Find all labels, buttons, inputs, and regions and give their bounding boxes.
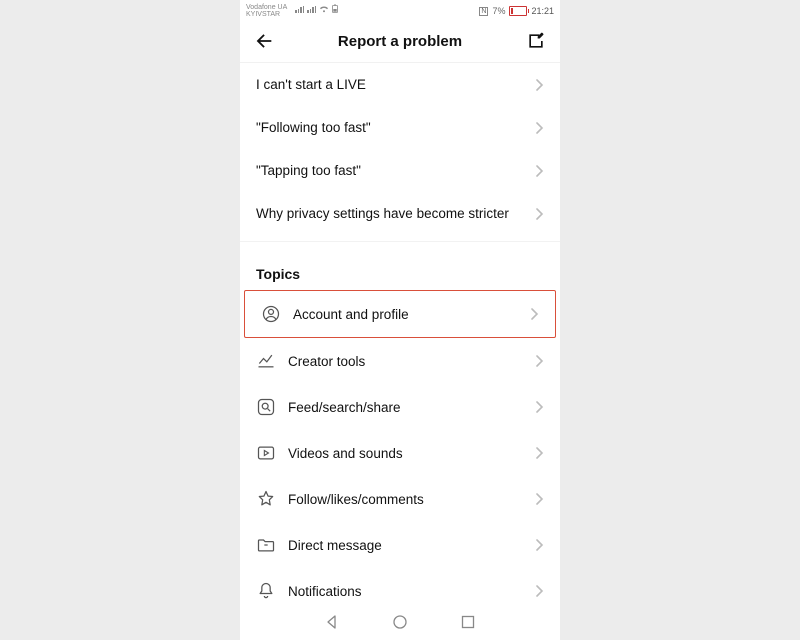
wifi-icon [319,5,329,13]
battery-pct: 7% [492,6,505,16]
search-icon [256,397,276,417]
chevron-right-icon [536,539,544,551]
signal-1-icon [295,6,304,14]
nfc-icon: N [479,7,488,16]
chevron-right-icon [536,122,544,134]
content-list: I can't start a LIVE "Following too fast… [240,63,560,604]
battery-icon [509,6,527,16]
topic-follow-likes-comments[interactable]: Follow/likes/comments [240,476,560,522]
carrier-labels: Vodafone UA KYIVSTAR [246,4,287,18]
topic-direct-message[interactable]: Direct message [240,522,560,568]
topics-header: Topics [240,248,560,290]
topic-videos-sounds[interactable]: Videos and sounds [240,430,560,476]
square-recents-icon [460,614,476,630]
status-left: Vodafone UA KYIVSTAR [246,4,338,18]
signal-cluster [295,4,338,13]
topic-label: Creator tools [288,354,524,369]
play-icon [256,443,276,463]
analytics-icon [256,351,276,371]
battery-small-icon [332,4,338,13]
android-nav-bar [240,604,560,640]
topic-label: Videos and sounds [288,446,524,461]
compose-icon [526,31,546,51]
clock: 21:21 [531,6,554,16]
carrier-2: KYIVSTAR [246,11,287,18]
chevron-right-icon [536,208,544,220]
section-divider [240,241,560,248]
chevron-right-icon [536,355,544,367]
triangle-back-icon [324,614,340,630]
chevron-right-icon [531,308,539,320]
person-icon [261,304,281,324]
chevron-right-icon [536,165,544,177]
topic-label: Account and profile [293,307,519,322]
faq-item[interactable]: I can't start a LIVE [240,63,560,106]
topic-label: Direct message [288,538,524,553]
nav-back-button[interactable] [323,613,341,631]
nav-recents-button[interactable] [459,613,477,631]
topic-label: Notifications [288,584,524,599]
carrier-1: Vodafone UA [246,4,287,11]
chevron-right-icon [536,79,544,91]
status-bar: Vodafone UA KYIVSTAR N 7% 21:21 [240,0,560,20]
faq-label: "Following too fast" [256,120,524,135]
faq-label: I can't start a LIVE [256,77,524,92]
star-icon [256,489,276,509]
nav-home-button[interactable] [391,613,409,631]
arrow-left-icon [253,30,275,52]
faq-item[interactable]: "Tapping too fast" [240,149,560,192]
topic-label: Feed/search/share [288,400,524,415]
folder-icon [256,535,276,555]
page-title: Report a problem [338,33,462,50]
chevron-right-icon [536,493,544,505]
compose-button[interactable] [524,29,548,53]
topic-notifications[interactable]: Notifications [240,568,560,604]
topic-feed-search-share[interactable]: Feed/search/share [240,384,560,430]
bell-icon [256,581,276,601]
topic-creator-tools[interactable]: Creator tools [240,338,560,384]
chevron-right-icon [536,401,544,413]
signal-2-icon [307,6,316,14]
faq-label: "Tapping too fast" [256,163,524,178]
topic-label: Follow/likes/comments [288,492,524,507]
app-header: Report a problem [240,20,560,63]
status-right: N 7% 21:21 [479,6,554,16]
back-button[interactable] [252,29,276,53]
chevron-right-icon [536,447,544,459]
faq-item[interactable]: Why privacy settings have become stricte… [240,192,560,235]
faq-item[interactable]: "Following too fast" [240,106,560,149]
chevron-right-icon [536,585,544,597]
faq-label: Why privacy settings have become stricte… [256,206,524,221]
topic-account-profile[interactable]: Account and profile [244,290,556,338]
circle-home-icon [392,614,408,630]
phone-frame: Vodafone UA KYIVSTAR N 7% 21:21 [240,0,560,640]
